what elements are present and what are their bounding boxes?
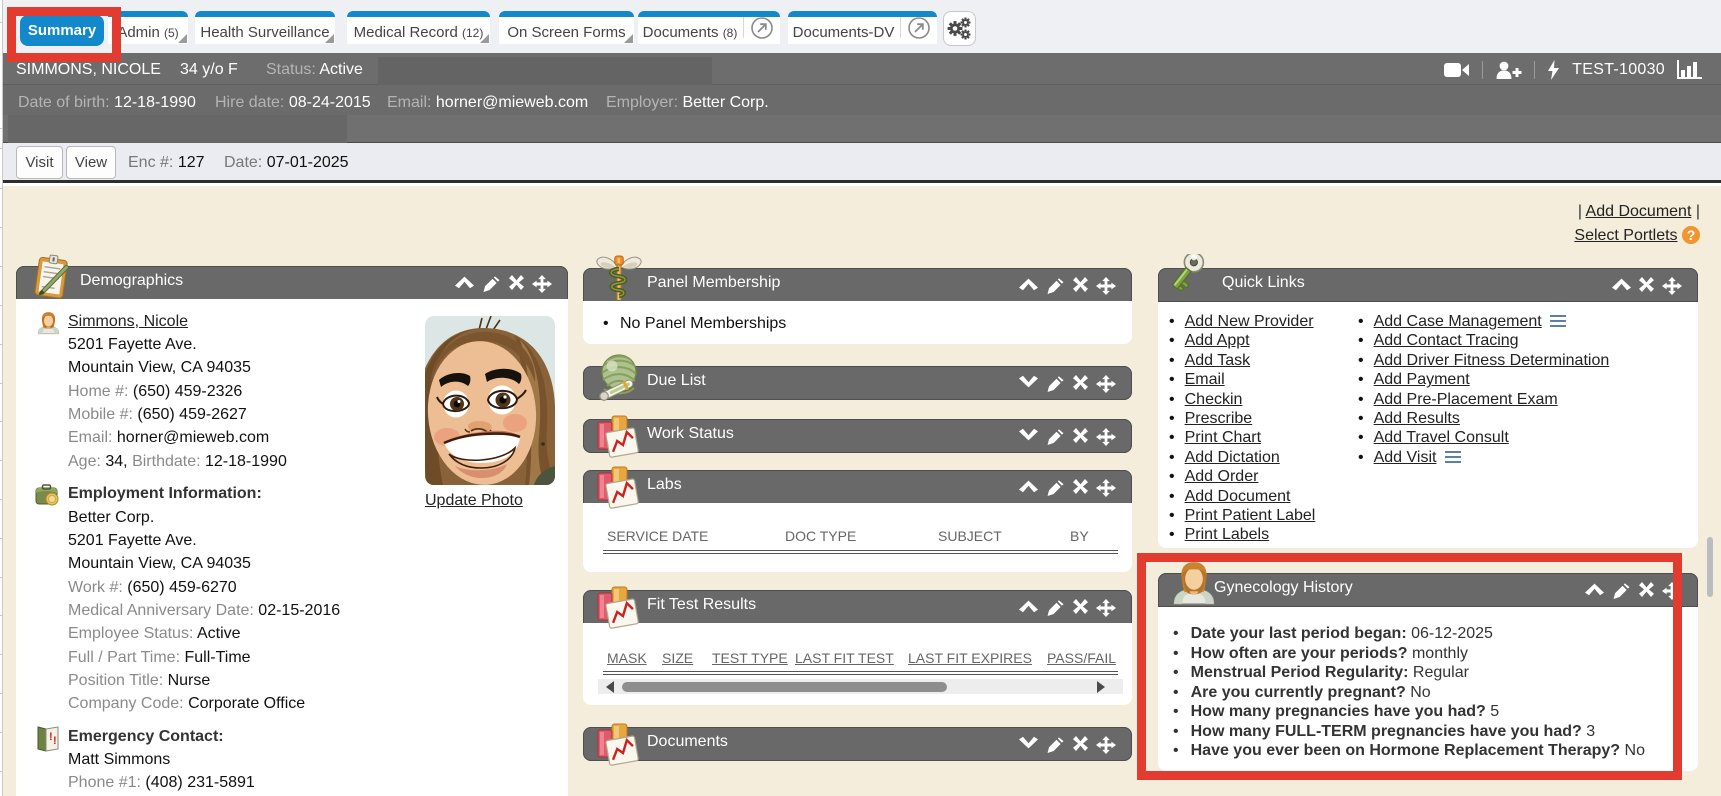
svg-text:!: ! [53, 735, 57, 747]
